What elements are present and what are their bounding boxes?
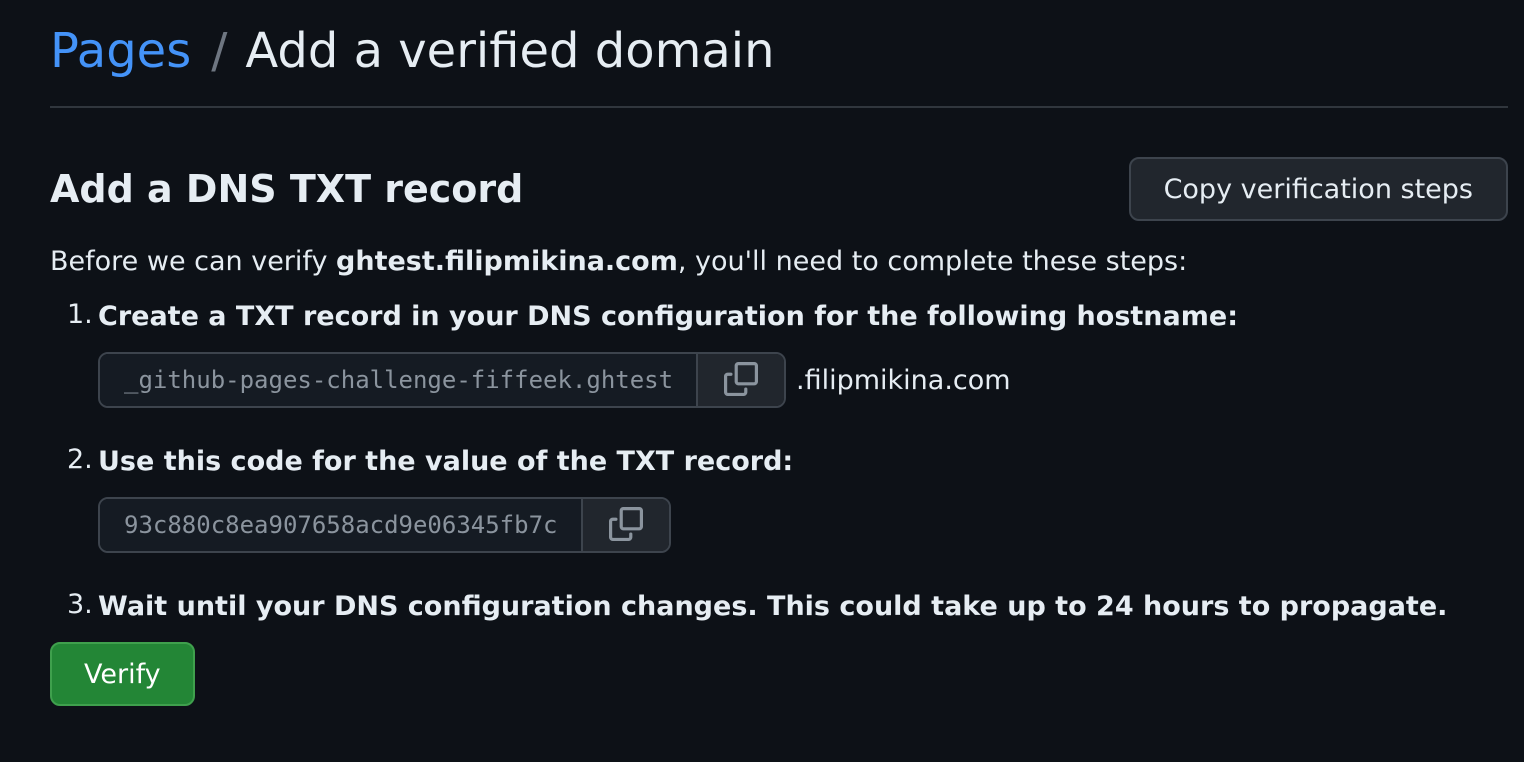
hostname-suffix: .filipmikina.com: [796, 364, 1011, 396]
step-2: 2. Use this code for the value of the TX…: [50, 444, 1508, 554]
page-title: Add a verified domain: [245, 23, 775, 79]
hostname-row: .filipmikina.com: [98, 352, 1508, 409]
section-header: Add a DNS TXT record Copy verification s…: [50, 156, 1508, 222]
breadcrumb-pages-link[interactable]: Pages: [50, 27, 191, 75]
hostname-input[interactable]: [100, 354, 696, 407]
steps-list: 1. Create a TXT record in your DNS confi…: [50, 299, 1508, 624]
breadcrumb-separator: /: [211, 23, 228, 79]
section-title: Add a DNS TXT record: [50, 167, 524, 211]
copy-icon: [609, 506, 643, 544]
txt-value-input-group: [98, 497, 671, 554]
copy-verification-steps-button[interactable]: Copy verification steps: [1128, 157, 1508, 221]
step-number: 1.: [67, 299, 93, 331]
step-number: 3.: [67, 589, 93, 621]
intro-suffix: , you'll need to complete these steps:: [677, 246, 1188, 277]
intro-prefix: Before we can verify: [50, 246, 337, 277]
step-3: 3. Wait until your DNS configuration cha…: [50, 589, 1508, 624]
step-text: Use this code for the value of the TXT r…: [98, 446, 794, 478]
copy-hostname-button[interactable]: [696, 354, 784, 407]
verify-button[interactable]: Verify: [50, 642, 195, 707]
txt-value-input[interactable]: [100, 499, 581, 552]
hostname-input-group: [98, 352, 786, 409]
page: Pages / Add a verified domain Add a DNS …: [50, 0, 1508, 707]
txt-value-row: [98, 497, 1508, 554]
intro-text: Before we can verify ghtest.filipmikina.…: [50, 244, 1508, 279]
intro-domain: ghtest.filipmikina.com: [336, 246, 678, 277]
step-text: Wait until your DNS configuration change…: [98, 591, 1448, 623]
breadcrumb: Pages / Add a verified domain: [50, 0, 1508, 108]
step-text: Create a TXT record in your DNS configur…: [98, 301, 1238, 333]
copy-icon: [724, 361, 758, 399]
copy-txt-value-button[interactable]: [581, 499, 669, 552]
step-1: 1. Create a TXT record in your DNS confi…: [50, 299, 1508, 409]
step-number: 2.: [67, 444, 93, 476]
